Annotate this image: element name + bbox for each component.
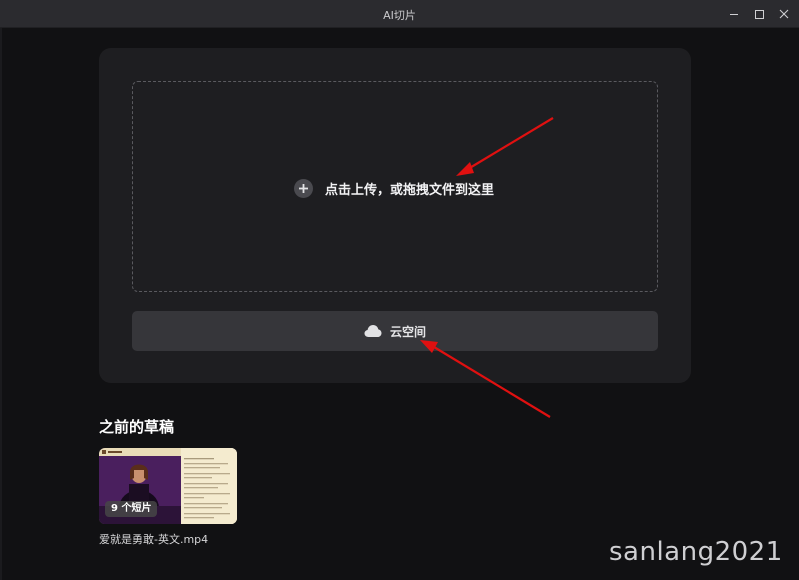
cloud-icon	[364, 325, 382, 337]
upload-prompt: 点击上传，或拖拽文件到这里	[294, 178, 494, 198]
app-window: AI切片 点击上传，或拖拽文件到这里 云空间 之前的草稿 9 个短片 爱就是勇敢…	[0, 0, 799, 580]
close-icon	[779, 9, 789, 19]
minimize-icon	[730, 14, 738, 15]
clip-count-badge: 9 个短片	[105, 501, 158, 517]
close-button[interactable]	[774, 4, 794, 24]
upload-dropzone[interactable]: 点击上传，或拖拽文件到这里	[132, 81, 658, 292]
title-bar: AI切片	[0, 0, 799, 28]
cloud-space-label: 云空间	[389, 324, 426, 339]
minimize-button[interactable]	[724, 4, 744, 24]
maximize-button[interactable]	[749, 4, 769, 24]
left-border	[0, 28, 2, 580]
upload-panel: 点击上传，或拖拽文件到这里 云空间	[99, 48, 691, 383]
draft-filename: 爱就是勇敢-英文.mp4	[99, 533, 209, 546]
transcript-preview-image	[181, 448, 237, 524]
draft-thumbnail[interactable]: 9 个短片	[99, 448, 237, 524]
watermark: sanlang2021	[609, 537, 783, 567]
window-title: AI切片	[383, 9, 416, 22]
upload-text: 点击上传，或拖拽文件到这里	[325, 182, 495, 198]
maximize-icon	[755, 10, 764, 19]
drafts-heading: 之前的草稿	[99, 418, 175, 436]
cloud-space-button[interactable]: 云空间	[132, 311, 658, 351]
plus-circle-icon	[294, 178, 313, 198]
